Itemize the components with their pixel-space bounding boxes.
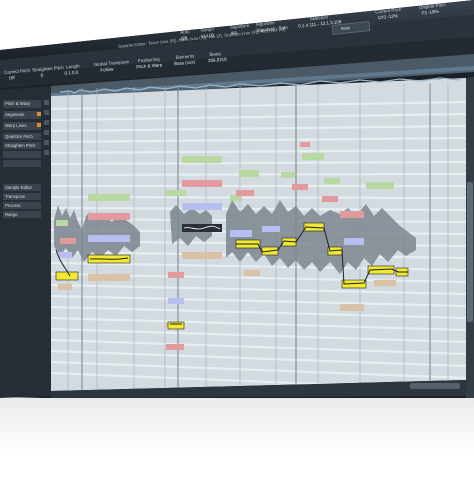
- toggle-icon: [44, 140, 49, 145]
- note-segment: [88, 213, 130, 220]
- note-segment: [168, 298, 184, 304]
- note-segment: [56, 220, 68, 226]
- original-pitch-value: F3 -19%: [421, 8, 439, 16]
- elements-value[interactable]: Bass (vox): [174, 59, 196, 67]
- note-segment: [239, 170, 259, 177]
- positioning-value[interactable]: Pitch & Warp: [136, 62, 163, 70]
- note-segment: [182, 156, 222, 163]
- inspector-panel: [0, 86, 51, 398]
- note-segment-selected: [55, 271, 79, 281]
- note-segment: [324, 178, 340, 184]
- selection-value[interactable]: 0.1.4.111 - 12.1.3.109: [298, 19, 342, 30]
- inspector-item[interactable]: Transpose: [5, 194, 25, 199]
- inspector-item[interactable]: Process: [5, 203, 21, 208]
- active-indicator-icon: [37, 112, 41, 116]
- toggle-icon: [44, 150, 49, 155]
- inspector-item[interactable]: Sample Editor: [5, 185, 32, 190]
- note-segment: [166, 344, 184, 350]
- auto-value[interactable]: Off: [181, 35, 188, 42]
- toggle-icon: [44, 130, 49, 135]
- note-segment: [262, 226, 280, 232]
- toggle-icon: [44, 110, 49, 115]
- inspector-item[interactable]: Quantize Pitch: [5, 134, 33, 139]
- note-segment: [292, 184, 308, 190]
- note-segment: [366, 182, 394, 189]
- correct-pitch-value[interactable]: Off: [9, 75, 15, 81]
- inspector-item[interactable]: Segments: [5, 112, 24, 117]
- note-segment: [322, 196, 338, 202]
- note-segment: [374, 280, 396, 286]
- current-pitch-value[interactable]: C#3 -12%: [378, 13, 399, 21]
- note-segment: [182, 252, 222, 259]
- note-segment: [88, 194, 130, 201]
- note-segment: [302, 153, 324, 160]
- toggle-icon: [44, 120, 49, 125]
- inspector-item[interactable]: Range: [5, 212, 18, 217]
- straighten-pitch-value[interactable]: 0: [40, 73, 43, 79]
- note-segment: [182, 180, 222, 187]
- note-segment: [236, 190, 254, 196]
- note-segment: [281, 172, 295, 178]
- note-segment: [168, 272, 184, 278]
- active-indicator-icon: [37, 123, 41, 127]
- note-segment: [344, 238, 364, 245]
- straighten-pitch-label: Straighten Pitch: [31, 64, 64, 73]
- note-segment: [182, 203, 222, 210]
- h-scrollbar-thumb: [410, 383, 460, 389]
- note-segment: [166, 190, 186, 196]
- note-segment-selected: [167, 321, 185, 330]
- inspector-item[interactable]: Straighten Pitch: [5, 143, 35, 148]
- global-transpose-value[interactable]: Follow: [100, 66, 113, 73]
- note-segment: [58, 252, 72, 258]
- note-segment: [340, 304, 364, 311]
- floor-reflection: [0, 398, 474, 479]
- beats-value[interactable]: 206.0218: [208, 57, 227, 65]
- note-segment: [60, 238, 76, 244]
- length-value[interactable]: 0.1.0.0: [64, 70, 78, 77]
- sample-editor-window: Sample Editor: Tenor (vox (6)), Bass (vo…: [0, 0, 474, 479]
- note-segment: [88, 235, 130, 242]
- signature-value[interactable]: 4/4: [230, 30, 237, 37]
- scrollbar-thumb: [467, 182, 473, 322]
- toggle-icon: [44, 100, 49, 105]
- note-segment: [58, 284, 72, 290]
- note-segment: [230, 230, 252, 237]
- note-segment: [244, 270, 260, 276]
- note-segment: [300, 142, 310, 147]
- note-segment: [88, 274, 130, 281]
- note-segment: [340, 211, 364, 218]
- inspector-item[interactable]: Warp Lines: [5, 123, 27, 128]
- inspector-item[interactable]: Pitch & Warp: [5, 101, 30, 106]
- tempo-value[interactable]: 114.00: [201, 32, 215, 39]
